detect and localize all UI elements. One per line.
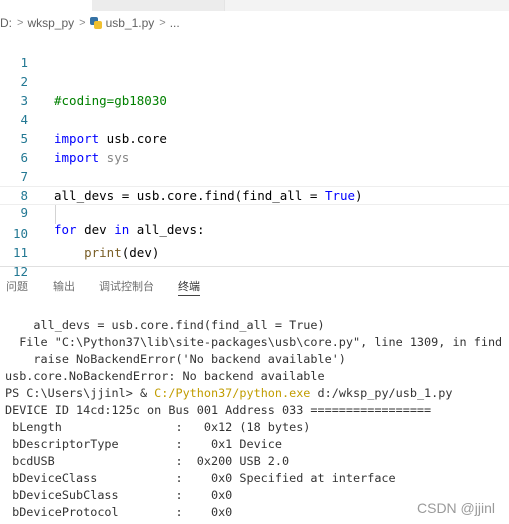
terminal-line: raise NoBackendError('No backend availab… <box>5 352 346 366</box>
script-path: d:/wksp_py/usb_1.py <box>310 386 453 400</box>
terminal-line: all_devs = usb.core.find(find_all = True… <box>5 318 325 332</box>
breadcrumb-file[interactable]: usb_1.py <box>106 16 155 30</box>
terminal-line: bcdUSB : 0x200 USB 2.0 <box>5 454 290 468</box>
chevron-right-icon: > <box>17 17 24 29</box>
terminal-line: bDeviceClass : 0x0 Specified at interfac… <box>5 471 396 485</box>
code-line-9[interactable]: 9 for dev in all_devs: <box>0 186 509 237</box>
code-line-11[interactable]: 11 <box>0 224 509 260</box>
code-line-10[interactable]: 10 print(dev) <box>0 205 509 260</box>
breadcrumb-drive[interactable]: D: <box>0 16 12 30</box>
terminal-line: bLength : 0x12 (18 bytes) <box>5 420 311 434</box>
terminal-line: File "C:\Python37\lib\site-packages\usb\… <box>5 335 503 349</box>
terminal-prompt-line: PS C:\Users\jjinl> & C:/Python37/python.… <box>5 385 509 402</box>
breadcrumb: D: > wksp_py > usb_1.py > ... <box>0 11 509 35</box>
code-line-8[interactable]: 8 <box>0 167 509 203</box>
code-line-2[interactable]: 2 #coding=gb18030 <box>0 53 509 108</box>
tab-terminal[interactable]: 终端 <box>178 278 200 296</box>
chevron-right-icon: > <box>79 17 86 29</box>
tab-debug-console[interactable]: 调试控制台 <box>99 278 154 294</box>
code-editor[interactable]: 1 2 #coding=gb18030 3 4 import usb.core … <box>0 34 509 279</box>
code-line-5[interactable]: 5 import sys <box>0 110 509 165</box>
terminal-line: DEVICE ID 14cd:125c on Bus 001 Address 0… <box>5 403 432 417</box>
terminal-output[interactable]: all_devs = usb.core.find(find_all = True… <box>5 317 509 521</box>
panel-tabs: 问题 输出 调试控制台 终端 <box>0 267 509 303</box>
code-line-4[interactable]: 4 import usb.core <box>0 91 509 146</box>
python-file-icon <box>89 17 102 29</box>
python-exe-path: C:/Python37/python.exe <box>154 386 311 400</box>
code-line-3[interactable]: 3 <box>0 72 509 108</box>
editor-tab-usb-1[interactable] <box>0 0 92 11</box>
breadcrumb-more[interactable]: ... <box>170 16 180 30</box>
breadcrumb-folder[interactable]: wksp_py <box>27 16 74 30</box>
code-line-6[interactable]: 6 <box>0 129 509 165</box>
tab-problems[interactable]: 问题 <box>6 278 28 294</box>
code-line-1[interactable]: 1 <box>0 34 509 70</box>
editor-tab-strip <box>0 0 509 11</box>
code-line-7[interactable]: 7 all_devs = usb.core.find(find_all = Tr… <box>0 148 509 203</box>
terminal-line: bDescriptorType : 0x1 Device <box>5 437 282 451</box>
tab-output[interactable]: 输出 <box>53 278 75 294</box>
watermark: CSDN @jjinl <box>417 500 495 516</box>
bottom-panel: 问题 输出 调试控制台 终端 all_devs = usb.core.find(… <box>0 266 509 524</box>
editor-tab-other[interactable] <box>92 0 225 11</box>
chevron-right-icon: > <box>159 17 166 29</box>
terminal-prompt: PS C:\Users\jjinl> & <box>5 386 155 400</box>
code-line-12[interactable]: 12 <box>0 243 509 279</box>
terminal-line: usb.core.NoBackendError: No backend avai… <box>5 369 325 383</box>
